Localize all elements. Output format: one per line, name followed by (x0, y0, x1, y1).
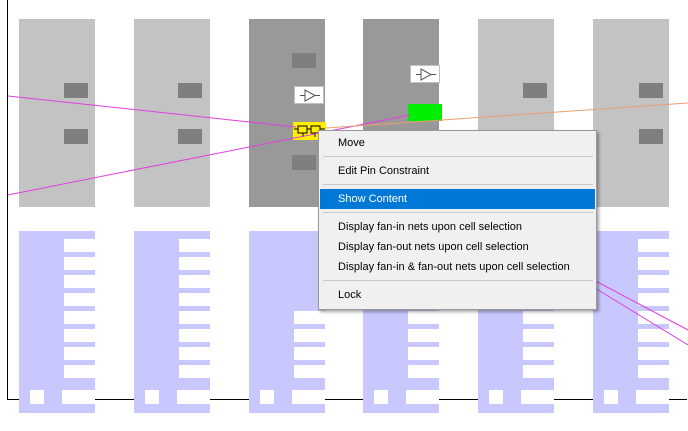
context-menu[interactable]: Move Edit Pin Constraint Show Content Di… (318, 130, 597, 310)
menu-item-lock[interactable]: Lock (320, 285, 595, 305)
menu-item-fan-in-out[interactable]: Display fan-in & fan-out nets upon cell … (320, 257, 595, 277)
menu-item-fan-out[interactable]: Display fan-out nets upon cell selection (320, 237, 595, 257)
menu-separator (323, 184, 593, 185)
menu-separator (323, 212, 593, 213)
menu-item-fan-in[interactable]: Display fan-in nets upon cell selection (320, 217, 595, 237)
menu-item-show-content[interactable]: Show Content (320, 189, 595, 209)
net-line (589, 277, 688, 331)
net-line (7, 95, 297, 128)
menu-item-edit-pin-constraint[interactable]: Edit Pin Constraint (320, 161, 595, 181)
net-line (325, 102, 688, 129)
device-canvas[interactable]: Move Edit Pin Constraint Show Content Di… (0, 0, 688, 431)
menu-item-move[interactable]: Move (320, 133, 595, 153)
menu-separator (323, 280, 593, 281)
menu-separator (323, 156, 593, 157)
net-line (589, 284, 688, 346)
